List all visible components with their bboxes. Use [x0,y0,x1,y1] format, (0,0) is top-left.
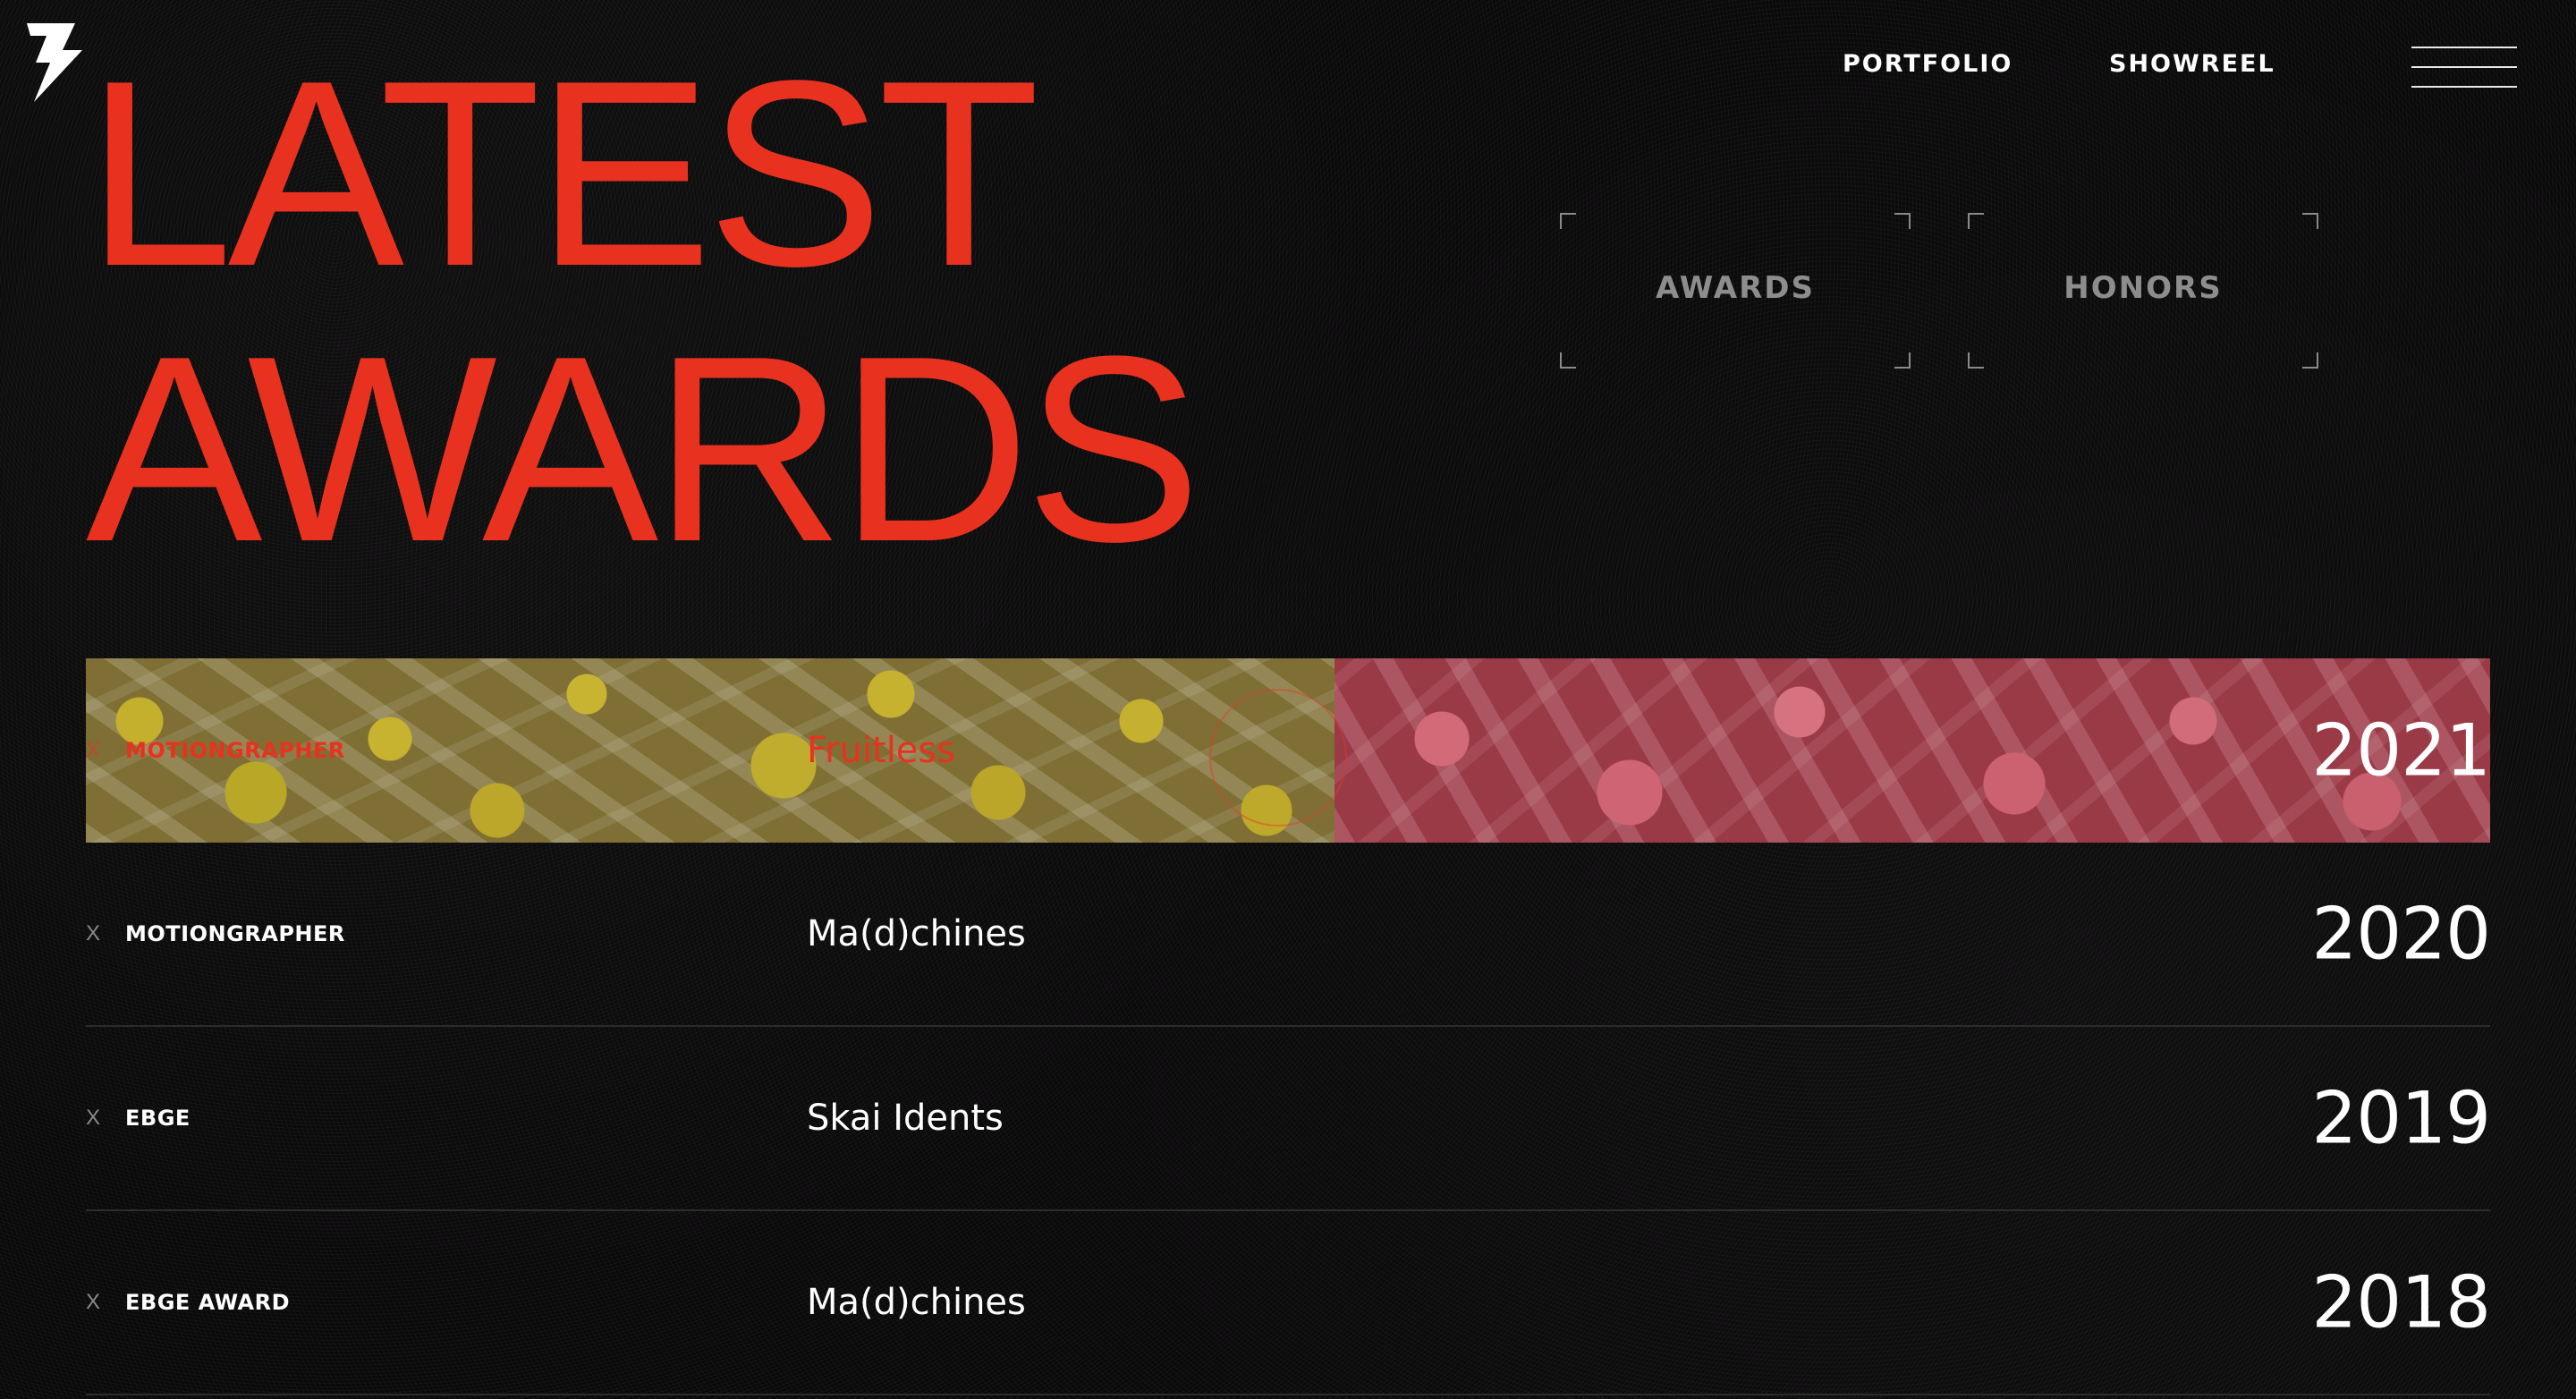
menu-line-3 [2411,86,2517,88]
award-project[interactable]: Ma(d)chines [807,1282,1026,1323]
award-row-2021[interactable]: X MOTIONGRAPHER Fruitless 2021 [86,658,2491,843]
award-source: EBGE AWARD [125,1290,291,1315]
award-source: EBGE [125,1106,191,1131]
awards-list: X MOTIONGRAPHER Fruitless 2021 X MOTIONG… [86,658,2491,1395]
menu-line-2 [2411,66,2517,68]
award-year: 2018 [2311,1260,2491,1344]
frame-corner [1968,213,1984,229]
row-marker-icon: X [86,1290,101,1314]
award-project[interactable]: Ma(d)chines [807,913,1026,954]
hover-cursor-ring [1209,689,1347,827]
page-title-line-2: AWARDS [86,301,1201,597]
page-title: LATEST AWARDS [86,25,1201,597]
filter-honors-label: HONORS [2063,270,2223,306]
nav-link-portfolio[interactable]: PORTFOLIO [1843,50,2012,78]
frame-corner [1968,352,1984,369]
page: LATEST AWARDS PORTFOLIO SHOWREEL AWARDS … [0,0,2576,1399]
frame-corner [1560,213,1576,229]
filter-awards-button[interactable]: AWARDS [1560,213,1911,369]
menu-line-1 [2411,47,2517,48]
award-year: 2019 [2311,1076,2491,1160]
award-row-2018[interactable]: X EBGE AWARD Ma(d)chines 2018 [86,1211,2491,1395]
award-year: 2020 [2311,892,2491,976]
award-year: 2021 [2311,708,2491,793]
frame-corner [1894,352,1911,369]
frame-corner [2302,352,2318,369]
nav-link-showreel[interactable]: SHOWREEL [2109,50,2275,78]
frame-corner [1894,213,1911,229]
hamburger-menu-icon[interactable] [2411,45,2517,91]
award-source: MOTIONGRAPHER [125,738,345,763]
row-marker-icon: X [86,1106,101,1130]
row-marker-icon: X [86,921,101,945]
filter-awards-label: AWARDS [1656,270,1815,306]
award-row-2019[interactable]: X EBGE Skai Idents 2019 [86,1027,2491,1211]
page-title-line-1: LATEST [86,25,1040,321]
row-marker-icon: X [86,738,101,762]
lightning-bolt-logo-icon[interactable] [27,23,82,102]
award-source: MOTIONGRAPHER [125,921,345,946]
award-row-2020[interactable]: X MOTIONGRAPHER Ma(d)chines 2020 [86,843,2491,1027]
award-project[interactable]: Skai Idents [807,1098,1004,1139]
filter-honors-button[interactable]: HONORS [1968,213,2318,369]
award-project[interactable]: Fruitless [807,730,955,771]
frame-corner [1560,352,1576,369]
frame-corner [2302,213,2318,229]
